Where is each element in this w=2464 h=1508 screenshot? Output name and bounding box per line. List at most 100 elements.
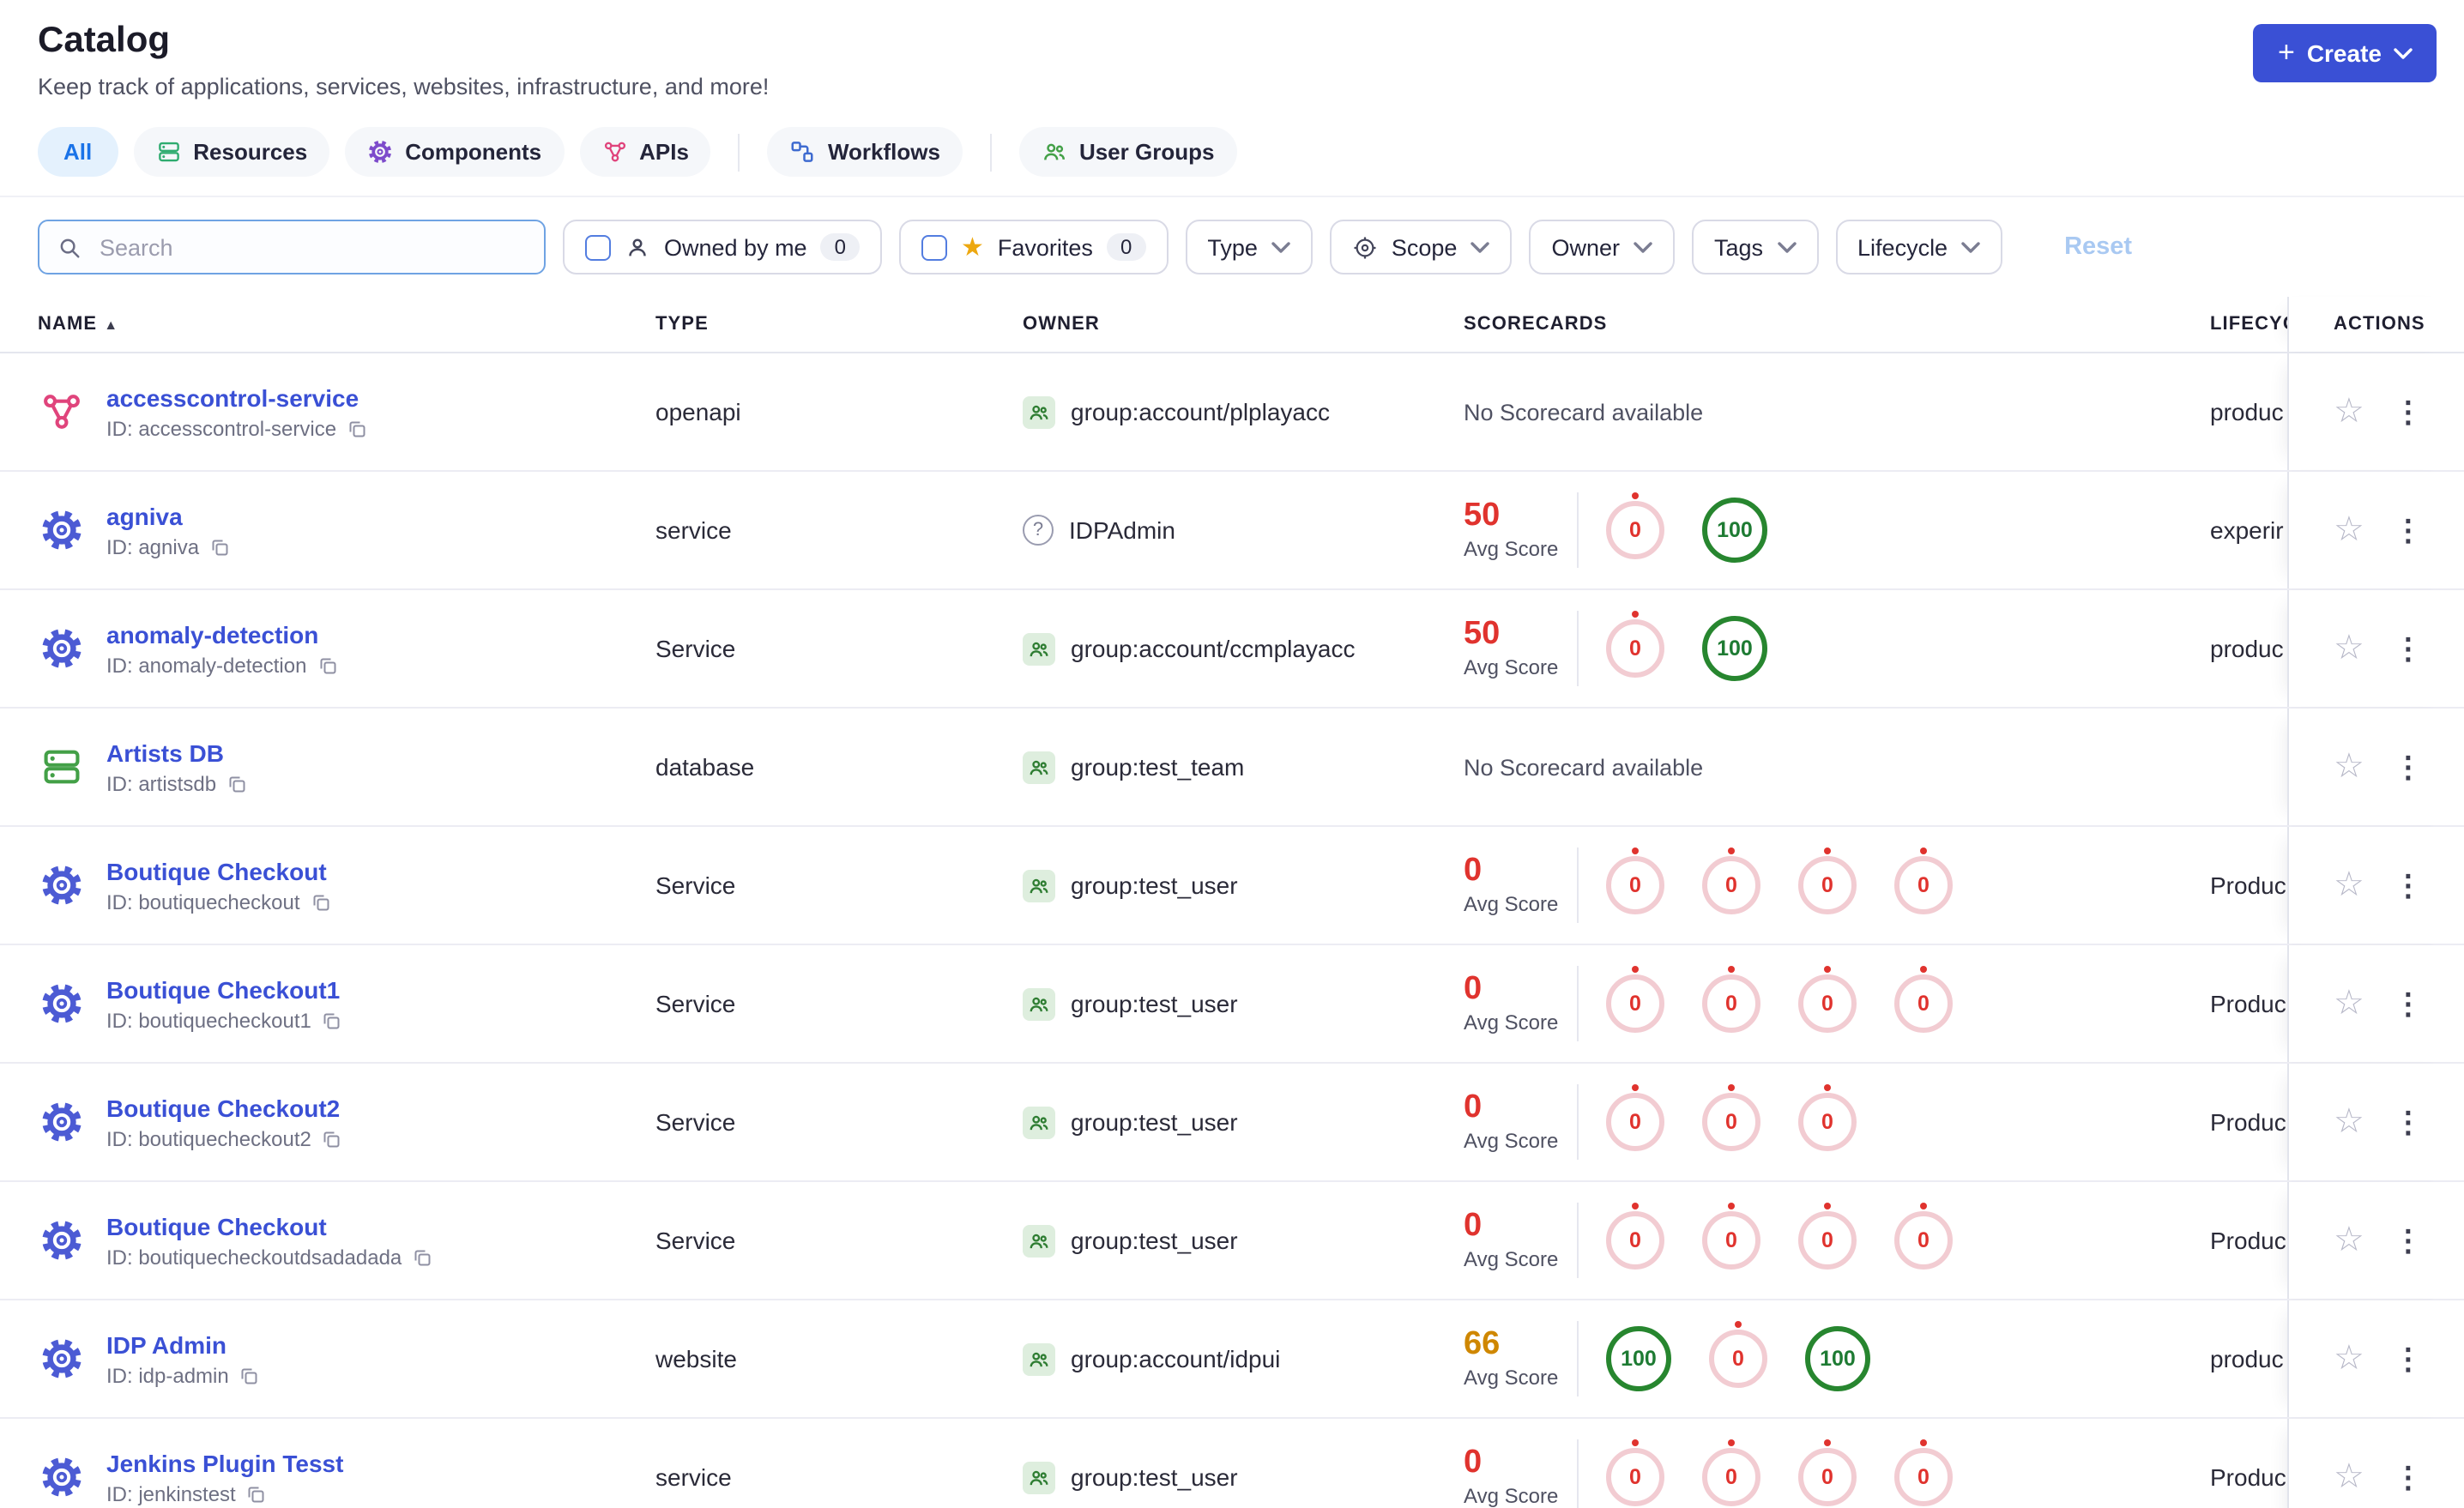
scorecard-badge[interactable]: 100 [1702, 498, 1767, 563]
copy-icon[interactable] [209, 536, 230, 557]
scorecard-badge[interactable]: 0 [1702, 966, 1760, 1033]
scorecard-badge[interactable]: 100 [1805, 1326, 1870, 1391]
scorecard-badge[interactable]: 100 [1702, 616, 1767, 681]
entity-name-link[interactable]: accesscontrol-service [106, 383, 367, 411]
kebab-menu-icon[interactable]: ⋮ [2394, 634, 2423, 663]
copy-icon[interactable] [246, 1483, 267, 1504]
scorecard-badge[interactable]: 0 [1894, 1203, 1953, 1270]
scorecard-badge[interactable]: 0 [1606, 1084, 1664, 1151]
entity-name-link[interactable]: Boutique Checkout2 [106, 1094, 342, 1121]
entity-name-link[interactable]: Boutique Checkout [106, 1212, 432, 1240]
alert-dot-icon [1824, 1439, 1831, 1446]
column-header-lifecycle[interactable]: LIFECYC [2210, 314, 2287, 335]
scorecard-badge[interactable]: 0 [1606, 611, 1664, 678]
kebab-menu-icon[interactable]: ⋮ [2394, 397, 2423, 426]
scorecard-badge[interactable]: 0 [1709, 1321, 1767, 1388]
entity-name-link[interactable]: Jenkins Plugin Tesst [106, 1449, 343, 1476]
favorite-star-icon[interactable]: ☆ [2334, 986, 2364, 1021]
scorecard-badge[interactable]: 0 [1702, 1203, 1760, 1270]
copy-icon[interactable] [412, 1246, 432, 1267]
create-button[interactable]: + Create [2253, 24, 2437, 82]
scorecard-badge[interactable]: 0 [1798, 1084, 1857, 1151]
tab-apis[interactable]: APIs [579, 127, 711, 177]
copy-icon[interactable] [322, 1128, 342, 1149]
gear-icon [38, 507, 84, 553]
scorecard-badge[interactable]: 0 [1606, 492, 1664, 559]
scorecard-badge[interactable]: 0 [1606, 847, 1664, 914]
kebab-menu-icon[interactable]: ⋮ [2394, 1107, 2423, 1137]
copy-icon[interactable] [239, 1365, 260, 1385]
entity-name-link[interactable]: Artists DB [106, 739, 247, 766]
column-header-scorecards[interactable]: SCORECARDS [1464, 314, 2210, 335]
owned-by-me-checkbox[interactable] [585, 234, 611, 260]
tab-resources-label: Resources [193, 139, 308, 165]
entity-name-link[interactable]: Boutique Checkout1 [106, 975, 342, 1003]
reset-button[interactable]: Reset [2064, 233, 2132, 261]
tab-resources[interactable]: Resources [133, 127, 330, 177]
favorites-filter[interactable]: ★ Favorites 0 [898, 220, 1169, 274]
kebab-menu-icon[interactable]: ⋮ [2394, 516, 2423, 545]
tab-all[interactable]: All [38, 127, 118, 177]
owned-by-me-filter[interactable]: Owned by me 0 [563, 220, 882, 274]
scorecard-badge[interactable]: 0 [1606, 966, 1664, 1033]
copy-icon[interactable] [347, 418, 367, 438]
favorites-checkbox[interactable] [921, 234, 947, 260]
type-dropdown[interactable]: Type [1185, 220, 1313, 274]
scorecard-badge[interactable]: 0 [1702, 847, 1760, 914]
kebab-menu-icon[interactable]: ⋮ [2394, 752, 2423, 781]
favorite-star-icon[interactable]: ☆ [2334, 750, 2364, 784]
column-header-type[interactable]: TYPE [655, 314, 1023, 335]
scorecard-badge[interactable]: 0 [1798, 1203, 1857, 1270]
scorecard-badge[interactable]: 0 [1894, 1439, 1953, 1506]
kebab-menu-icon[interactable]: ⋮ [2394, 1226, 2423, 1255]
scope-dropdown[interactable]: Scope [1329, 220, 1513, 274]
avg-score-label: Avg Score [1464, 655, 1559, 680]
copy-icon[interactable] [317, 654, 337, 675]
lifecycle-dropdown[interactable]: Lifecycle [1835, 220, 2003, 274]
column-header-name[interactable]: NAME ▲ [0, 314, 655, 335]
name-cell: anomaly-detection ID: anomaly-detection [0, 620, 655, 677]
favorite-star-icon[interactable]: ☆ [2334, 1342, 2364, 1376]
copy-icon[interactable] [311, 891, 331, 912]
tab-workflows[interactable]: Workflows [767, 127, 963, 177]
copy-icon[interactable] [226, 773, 247, 793]
entity-name-link[interactable]: agniva [106, 502, 230, 529]
search-input[interactable] [96, 232, 527, 262]
kebab-menu-icon[interactable]: ⋮ [2394, 989, 2423, 1018]
entity-name-link[interactable]: anomaly-detection [106, 620, 337, 648]
scorecard-badge[interactable]: 0 [1798, 847, 1857, 914]
entity-name-link[interactable]: IDP Admin [106, 1330, 260, 1358]
scorecard-badge[interactable]: 0 [1894, 847, 1953, 914]
scorecard-badge[interactable]: 0 [1606, 1203, 1664, 1270]
kebab-menu-icon[interactable]: ⋮ [2394, 871, 2423, 900]
scorecard-badge[interactable]: 0 [1606, 1439, 1664, 1506]
scorecard-badge[interactable]: 0 [1894, 966, 1953, 1033]
scorecard-badge[interactable]: 0 [1702, 1084, 1760, 1151]
scorecard-badge[interactable]: 0 [1702, 1439, 1760, 1506]
owner-dropdown[interactable]: Owner [1529, 220, 1675, 274]
kebab-menu-icon[interactable]: ⋮ [2394, 1344, 2423, 1373]
search-box[interactable] [38, 220, 546, 274]
favorite-star-icon[interactable]: ☆ [2334, 1460, 2364, 1494]
entity-id-text: ID: artistsdb [106, 771, 217, 795]
tags-dropdown[interactable]: Tags [1691, 220, 1819, 274]
favorite-star-icon[interactable]: ☆ [2334, 395, 2364, 429]
scorecard-badge[interactable]: 0 [1798, 966, 1857, 1033]
avg-score: 0 Avg Score [1464, 1089, 1570, 1154]
entity-name-link[interactable]: Boutique Checkout [106, 857, 331, 884]
tab-user-groups[interactable]: User Groups [1018, 127, 1237, 177]
entity-owner-label: group:test_team [1071, 753, 1245, 781]
kebab-menu-icon[interactable]: ⋮ [2394, 1463, 2423, 1492]
alert-dot-icon [1632, 1203, 1639, 1209]
column-header-owner[interactable]: OWNER [1023, 314, 1464, 335]
favorite-star-icon[interactable]: ☆ [2334, 631, 2364, 666]
favorite-star-icon[interactable]: ☆ [2334, 1223, 2364, 1258]
favorite-star-icon[interactable]: ☆ [2334, 513, 2364, 547]
scorecard-badge[interactable]: 0 [1798, 1439, 1857, 1506]
tab-components[interactable]: Components [345, 127, 565, 177]
favorite-star-icon[interactable]: ☆ [2334, 868, 2364, 902]
copy-icon[interactable] [322, 1010, 342, 1030]
scorecard-badge[interactable]: 100 [1606, 1326, 1671, 1391]
favorite-star-icon[interactable]: ☆ [2334, 1105, 2364, 1139]
scorecards-cell: No Scorecard available [1464, 399, 2210, 425]
